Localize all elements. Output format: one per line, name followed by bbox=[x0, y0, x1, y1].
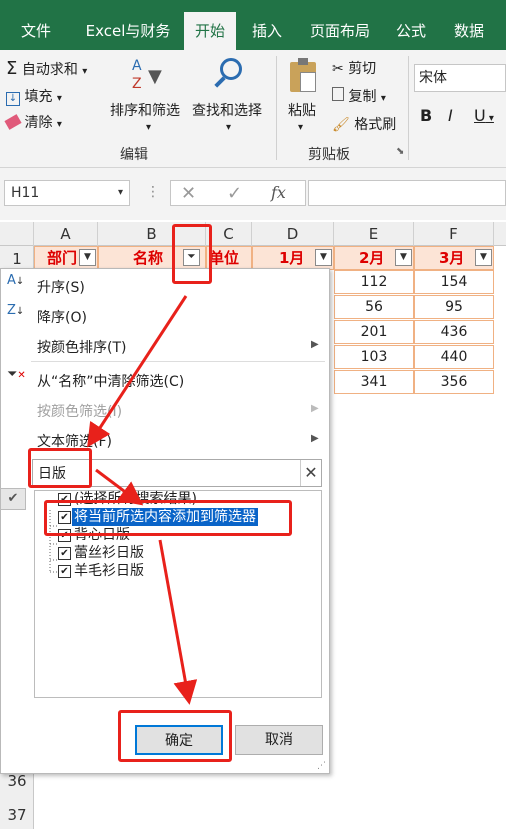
annotation-arrows bbox=[87, 295, 198, 705]
excel-window: 文件 Excel与财务 开始 插入 页面布局 公式 数据 Σ 自动求和 ▾ ↓ … bbox=[0, 0, 506, 829]
annotation-arrow bbox=[158, 539, 198, 705]
annotation-arrow bbox=[95, 468, 144, 506]
annotation-arrow bbox=[87, 295, 188, 448]
